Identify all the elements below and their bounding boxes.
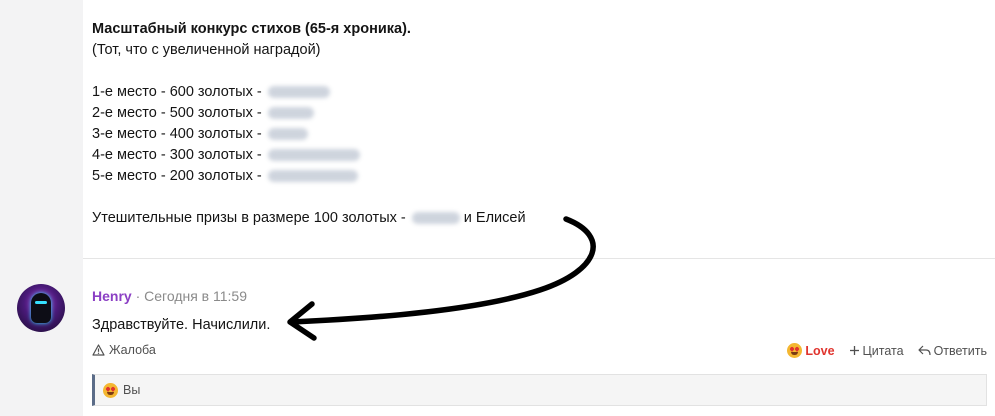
post-actions: Love Цитата Ответить bbox=[787, 343, 987, 358]
place-line: 2-е место - 500 золотых - bbox=[92, 103, 314, 123]
report-label: Жалоба bbox=[109, 343, 156, 357]
plus-icon bbox=[849, 346, 859, 355]
heart-eyes-emoji-icon bbox=[103, 382, 118, 398]
place-text: 3-е место - 400 золотых - bbox=[92, 126, 262, 142]
author-link[interactable]: Henry bbox=[92, 288, 132, 304]
consolation-line: Утешительные призы в размере 100 золотых… bbox=[92, 208, 526, 228]
consolation-prefix: Утешительные призы в размере 100 золотых… bbox=[92, 210, 406, 226]
place-text: 2-е место - 500 золотых - bbox=[92, 105, 262, 121]
reply-label: Ответить bbox=[933, 343, 987, 358]
left-gutter bbox=[0, 0, 83, 416]
blurred-username bbox=[267, 170, 358, 183]
blurred-username bbox=[411, 212, 460, 225]
love-reaction-button[interactable]: Love bbox=[787, 343, 835, 358]
post-subtitle: (Тот, что с увеличенной наградой) bbox=[92, 42, 321, 58]
place-line: 3-е место - 400 золотых - bbox=[92, 124, 308, 144]
warning-triangle-icon bbox=[92, 344, 105, 356]
avatar[interactable] bbox=[17, 284, 65, 332]
post-time[interactable]: Сегодня в 11:59 bbox=[144, 288, 247, 304]
love-label: Love bbox=[805, 343, 835, 358]
blurred-username bbox=[267, 149, 360, 162]
reply-button[interactable]: Ответить bbox=[917, 343, 987, 358]
heart-eyes-emoji-icon bbox=[787, 343, 803, 358]
quote-button[interactable]: Цитата bbox=[849, 344, 904, 358]
reply-meta: Henry · Сегодня в 11:59 bbox=[92, 286, 247, 306]
consolation-suffix: и Елисей bbox=[463, 210, 526, 226]
place-line: 5-е место - 200 золотых - bbox=[92, 166, 358, 186]
reactions-label: Вы bbox=[123, 383, 141, 397]
blurred-username bbox=[267, 86, 330, 99]
blurred-username bbox=[267, 128, 308, 141]
avatar-figure bbox=[31, 293, 51, 323]
reply-arrow-icon bbox=[917, 345, 931, 356]
place-text: 5-е место - 200 золотых - bbox=[92, 168, 262, 184]
quote-label: Цитата bbox=[862, 343, 904, 358]
meta-separator: · bbox=[135, 288, 141, 304]
place-text: 1-е место - 600 золотых - bbox=[92, 84, 262, 100]
report-button[interactable]: Жалоба bbox=[92, 343, 156, 357]
reply-text: Здравствуйте. Начислили. bbox=[92, 317, 271, 333]
place-line: 4-е место - 300 золотых - bbox=[92, 145, 360, 165]
place-line: 1-е место - 600 золотых - bbox=[92, 82, 330, 102]
avatar-eyes bbox=[35, 301, 47, 304]
place-text: 4-е место - 300 золотых - bbox=[92, 147, 262, 163]
reactions-bar[interactable]: Вы bbox=[92, 374, 987, 406]
post-title: Масштабный конкурс стихов (65-я хроника)… bbox=[92, 21, 411, 37]
blurred-username bbox=[267, 107, 314, 120]
